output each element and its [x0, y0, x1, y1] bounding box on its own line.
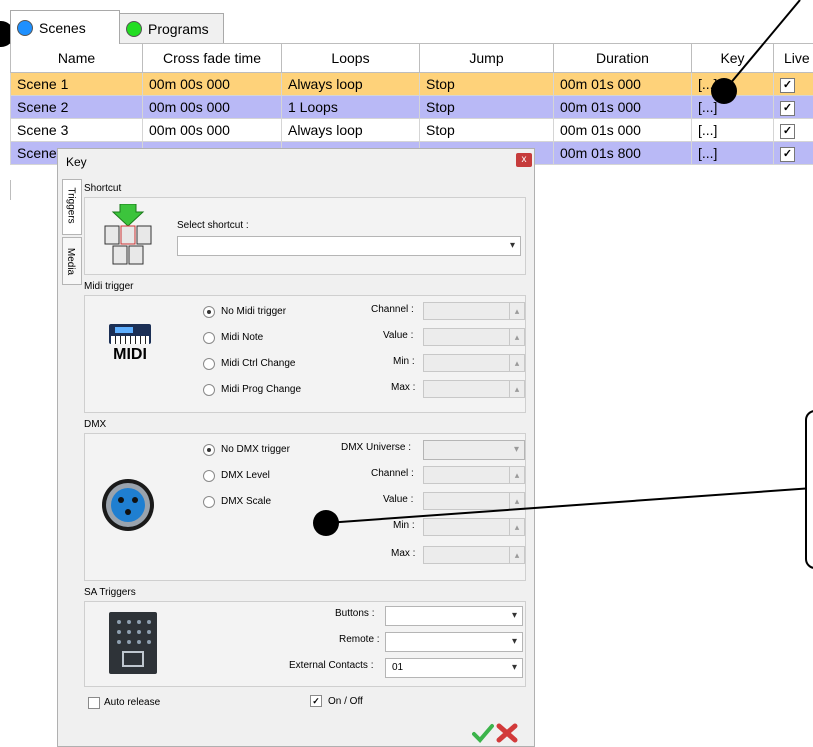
annotation-lines	[325, 0, 813, 524]
callout-box	[805, 410, 813, 569]
blue-dot-icon	[17, 19, 33, 36]
tab-scenes[interactable]: Scenes	[10, 10, 120, 44]
tab-scenes-label: Scenes	[39, 19, 86, 36]
